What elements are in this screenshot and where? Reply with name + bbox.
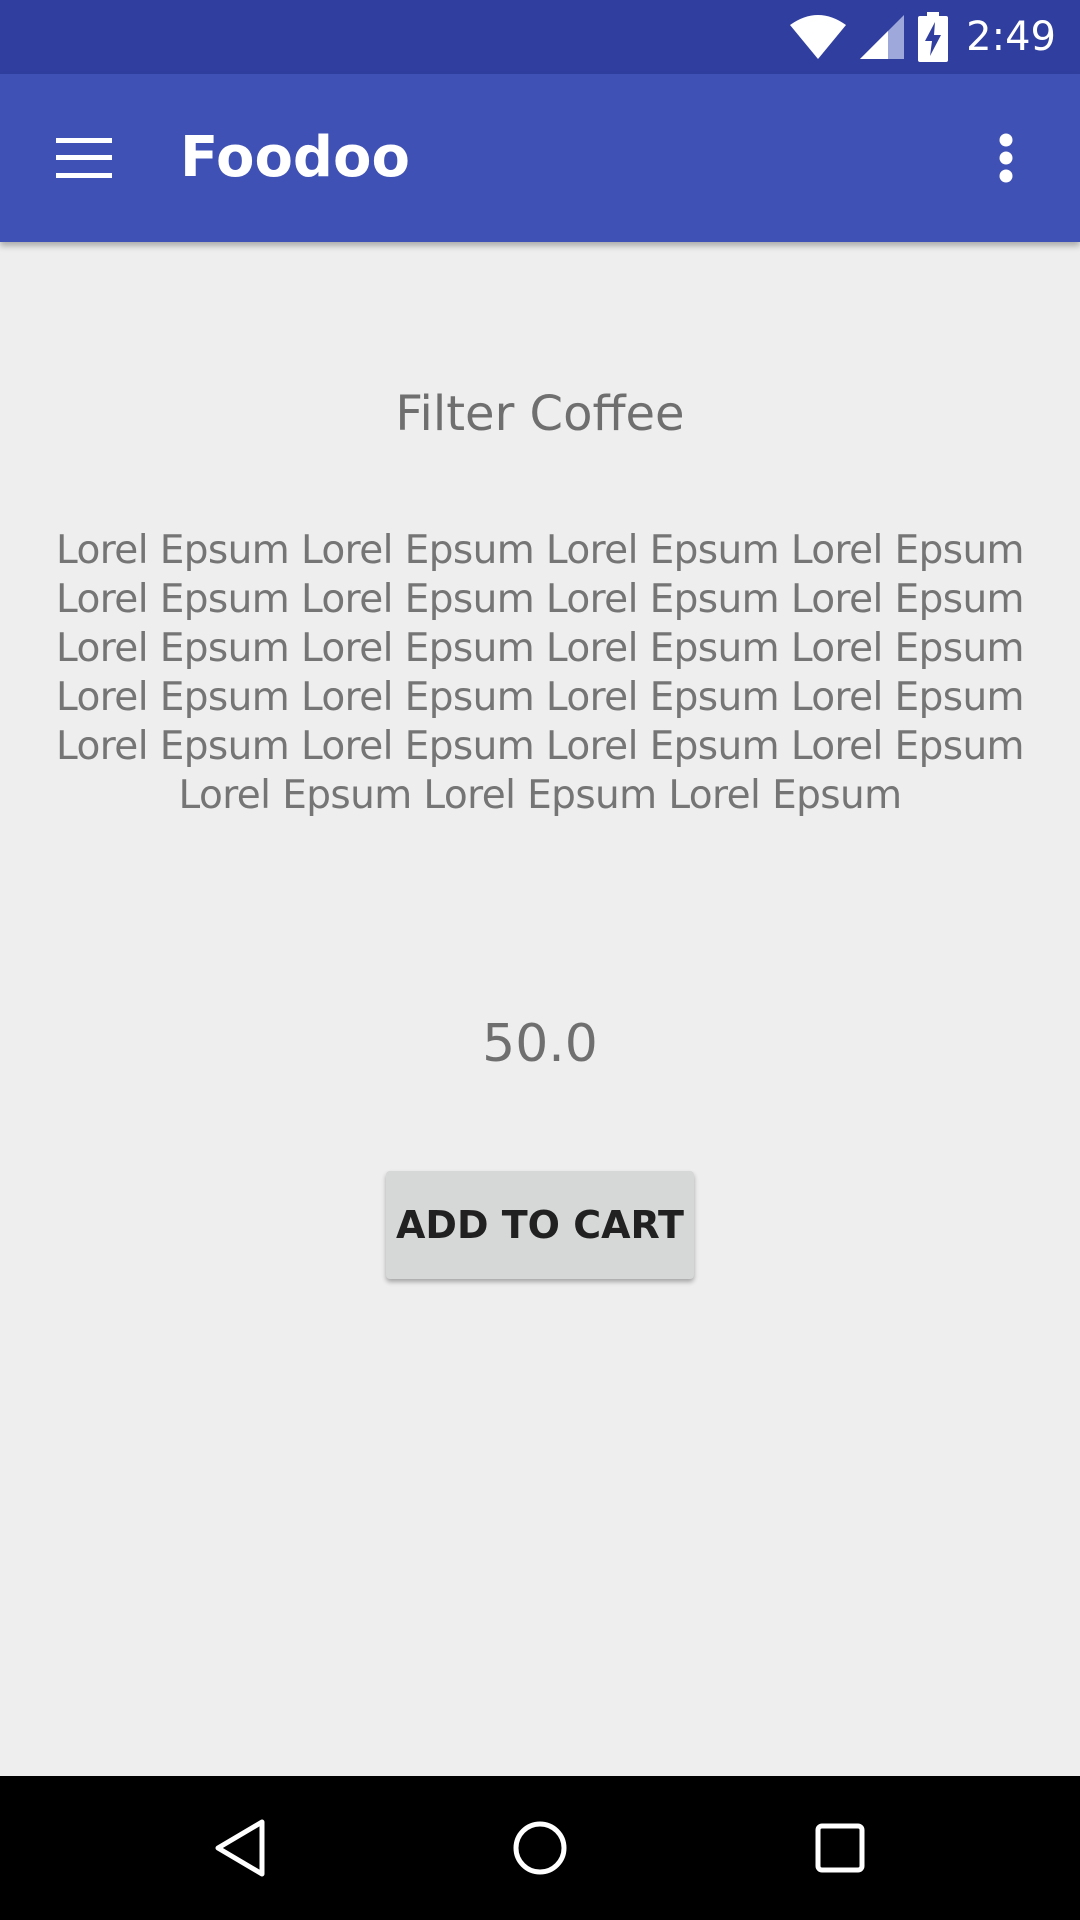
overflow-menu-button[interactable] [952, 104, 1060, 212]
app-bar: Foodoo [0, 74, 1080, 242]
status-time: 2:49 [966, 14, 1056, 60]
navigation-bar [0, 1776, 1080, 1920]
app-title: Foodoo [180, 125, 410, 190]
signal-icon [860, 15, 905, 59]
product-name: Filter Coffee [395, 386, 685, 442]
back-button[interactable] [150, 1776, 330, 1920]
status-bar: 2:49 [0, 0, 1080, 74]
recents-button[interactable] [750, 1776, 930, 1920]
recents-icon [815, 1823, 865, 1873]
more-vert-icon [999, 133, 1013, 183]
menu-button[interactable] [30, 104, 138, 212]
home-icon [513, 1821, 567, 1875]
add-to-cart-button[interactable]: ADD TO CART [386, 1171, 694, 1279]
back-icon [215, 1819, 265, 1877]
product-detail: Filter Coffee Lorel Epsum Lorel Epsum Lo… [0, 242, 1080, 1776]
status-icons: 2:49 [790, 0, 1056, 74]
wifi-icon [790, 15, 847, 59]
product-description: Lorel Epsum Lorel Epsum Lorel Epsum Lore… [56, 528, 1025, 818]
battery-charging-icon [918, 12, 949, 62]
hamburger-menu-icon [56, 138, 112, 178]
product-price: 50.0 [482, 1014, 598, 1074]
home-button[interactable] [450, 1776, 630, 1920]
